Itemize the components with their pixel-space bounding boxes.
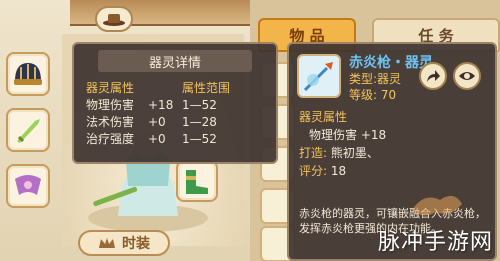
ribbon-icon bbox=[15, 175, 41, 195]
attr-value: +0 bbox=[148, 115, 166, 129]
share-button[interactable] bbox=[419, 62, 447, 90]
forged-value: 熊初墨、 bbox=[330, 146, 379, 160]
col-range-header: 属性范围 bbox=[182, 81, 231, 95]
eye-icon bbox=[459, 72, 475, 80]
score-value: 18 bbox=[330, 164, 347, 178]
score-label: 评分: bbox=[299, 164, 328, 178]
spirit-details-tooltip: 器灵详情 器灵属性 属性范围 物理伤害 +18 1—52 法术伤害 +0 1—2… bbox=[72, 42, 278, 164]
attr-name: 物理伤害 bbox=[86, 98, 135, 112]
level-value: 70 bbox=[380, 88, 397, 102]
level-label: 等级: bbox=[349, 88, 378, 102]
attr-name: 治疗强度 bbox=[86, 132, 135, 146]
fashion-button-label: 时装 bbox=[122, 236, 150, 252]
table-row: 物理伤害 +18 1—52 bbox=[86, 97, 276, 114]
crown-icon bbox=[99, 238, 115, 248]
attr-range: 1—52 bbox=[182, 98, 217, 112]
attr-section-title: 器灵属性 bbox=[299, 110, 348, 124]
equip-slot-boots[interactable] bbox=[176, 160, 218, 202]
watermark-logo bbox=[412, 195, 462, 216]
attr-value: +0 bbox=[148, 132, 166, 146]
watermark: 脉冲手游网 bbox=[378, 230, 494, 255]
table-row: 法术伤害 +0 1—28 bbox=[86, 114, 276, 131]
attr-value: +18 bbox=[148, 98, 174, 112]
type-label: 类型: bbox=[349, 72, 378, 86]
boots-icon bbox=[186, 170, 208, 194]
spirit-attr-table: 器灵属性 属性范围 物理伤害 +18 1—52 法术伤害 +0 1—28 治疗强… bbox=[86, 80, 276, 148]
table-row: 治疗强度 +0 1—52 bbox=[86, 131, 276, 148]
spirit-details-title: 器灵详情 bbox=[98, 50, 252, 72]
view-button[interactable] bbox=[453, 62, 481, 90]
fashion-button[interactable]: 时装 bbox=[78, 230, 170, 256]
attr-name: 法术伤害 bbox=[86, 115, 135, 129]
item-meta: 类型:器灵 等级: 70 bbox=[349, 71, 401, 103]
attr-line: 物理伤害 +18 bbox=[309, 128, 387, 142]
type-value: 器灵 bbox=[377, 72, 402, 86]
hat-badge[interactable] bbox=[95, 6, 133, 32]
hat-icon bbox=[103, 14, 125, 26]
jade-weapon-icon bbox=[17, 119, 40, 143]
share-icon bbox=[427, 70, 440, 82]
score: 评分: 18 bbox=[299, 162, 346, 179]
equip-slot-accessory[interactable] bbox=[6, 164, 50, 208]
game-screen: 时装 物 品 任 务 器灵详情 器灵属性 属性范围 物理伤害 +18 1—52 … bbox=[0, 0, 500, 261]
forged-by: 打造: 熊初墨、 bbox=[299, 144, 379, 161]
helmet-icon bbox=[14, 63, 42, 85]
equip-slot-helmet[interactable] bbox=[6, 52, 50, 96]
attr-range: 1—28 bbox=[182, 115, 217, 129]
spear-icon bbox=[303, 62, 333, 92]
item-icon-box bbox=[297, 54, 341, 98]
equip-slot-weapon[interactable] bbox=[6, 108, 50, 152]
col-attr-header: 器灵属性 bbox=[86, 81, 135, 95]
attr-range: 1—52 bbox=[182, 132, 217, 146]
table-header: 器灵属性 属性范围 bbox=[86, 80, 276, 97]
forged-label: 打造: bbox=[299, 146, 328, 160]
